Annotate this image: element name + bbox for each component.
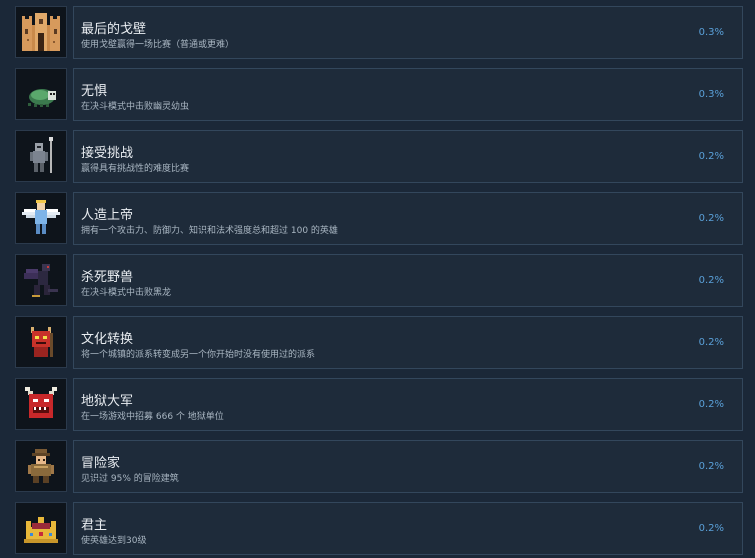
achievement-panel: 人造上帝 拥有一个攻击力、防御力、知识和法术强度总和超过 100 的英雄 0.2… bbox=[73, 192, 743, 245]
achievement-panel: 无惧 在决斗模式中击败幽灵幼虫 0.3% bbox=[73, 68, 743, 121]
achievement-title: 接受挑战 bbox=[81, 146, 134, 161]
achievement-unlock-percent: 0.2% bbox=[698, 151, 724, 162]
achievement-unlock-percent: 0.2% bbox=[698, 337, 724, 348]
achievement-panel: 冒险家 见识过 95% 的冒险建筑 0.2% bbox=[73, 440, 743, 493]
achievement-description: 将一个城镇的派系转变成另一个你开始时没有使用过的派系 bbox=[81, 350, 316, 360]
achievement-icon-frame bbox=[15, 130, 67, 182]
crown-icon bbox=[24, 517, 58, 543]
knight-spear-icon bbox=[30, 137, 53, 173]
achievement-title: 人造上帝 bbox=[81, 208, 134, 223]
achievement-row: 地狱大军 在一场游戏中招募 666 个 地狱单位 0.2% bbox=[0, 378, 755, 433]
achievement-panel: 接受挑战 赢得具有挑战性的难度比赛 0.2% bbox=[73, 130, 743, 183]
achievement-unlock-percent: 0.3% bbox=[698, 89, 724, 100]
achievement-description: 在决斗模式中击败黑龙 bbox=[81, 288, 172, 298]
achievement-row: 接受挑战 赢得具有挑战性的难度比赛 0.2% bbox=[0, 130, 755, 185]
achievement-row: 无惧 在决斗模式中击败幽灵幼虫 0.3% bbox=[0, 68, 755, 123]
achievement-panel: 文化转换 将一个城镇的派系转变成另一个你开始时没有使用过的派系 0.2% bbox=[73, 316, 743, 369]
achievement-description: 见识过 95% 的冒险建筑 bbox=[81, 474, 179, 484]
achievement-row: 文化转换 将一个城镇的派系转变成另一个你开始时没有使用过的派系 0.2% bbox=[0, 316, 755, 371]
achievement-unlock-percent: 0.2% bbox=[698, 275, 724, 286]
achievement-icon-frame bbox=[15, 68, 67, 120]
achievement-row: 冒险家 见识过 95% 的冒险建筑 0.2% bbox=[0, 440, 755, 495]
achievement-description: 在一场游戏中招募 666 个 地狱单位 bbox=[81, 412, 224, 422]
achievement-title: 文化转换 bbox=[81, 332, 134, 347]
sand-castle-icon bbox=[22, 13, 60, 51]
achievement-row: 杀死野兽 在决斗模式中击败黑龙 0.2% bbox=[0, 254, 755, 309]
achievement-icon-frame bbox=[15, 440, 67, 492]
achievement-description: 使用戈壁赢得一场比赛（普通或更难） bbox=[81, 40, 235, 50]
achievement-icon-frame bbox=[15, 378, 67, 430]
achievement-panel: 杀死野兽 在决斗模式中击败黑龙 0.2% bbox=[73, 254, 743, 307]
achievement-unlock-percent: 0.2% bbox=[698, 523, 724, 534]
ghost-larva-icon bbox=[28, 89, 56, 107]
achievement-title: 杀死野兽 bbox=[81, 270, 134, 285]
achievement-description: 使英雄达到30级 bbox=[81, 536, 147, 546]
red-demon-icon bbox=[31, 327, 53, 357]
achievement-title: 地狱大军 bbox=[81, 394, 134, 409]
achievement-description: 拥有一个攻击力、防御力、知识和法术强度总和超过 100 的英雄 bbox=[81, 226, 338, 236]
achievement-row: 君主 使英雄达到30级 0.2% bbox=[0, 502, 755, 557]
achievement-unlock-percent: 0.2% bbox=[698, 213, 724, 224]
horned-devil-icon bbox=[25, 387, 57, 418]
achievement-unlock-percent: 0.3% bbox=[698, 27, 724, 38]
achievement-description: 赢得具有挑战性的难度比赛 bbox=[81, 164, 190, 174]
achievement-panel: 最后的戈壁 使用戈壁赢得一场比赛（普通或更难） 0.3% bbox=[73, 6, 743, 59]
achievement-icon-frame bbox=[15, 254, 67, 306]
achievement-row: 人造上帝 拥有一个攻击力、防御力、知识和法术强度总和超过 100 的英雄 0.2… bbox=[0, 192, 755, 247]
black-dragon-icon bbox=[24, 264, 58, 297]
adventurer-icon bbox=[28, 449, 54, 483]
achievement-description: 在决斗模式中击败幽灵幼虫 bbox=[81, 102, 190, 112]
achievement-title: 无惧 bbox=[81, 84, 108, 99]
achievement-icon-frame bbox=[15, 502, 67, 554]
achievement-panel: 君主 使英雄达到30级 0.2% bbox=[73, 502, 743, 555]
achievement-unlock-percent: 0.2% bbox=[698, 399, 724, 410]
achievement-unlock-percent: 0.2% bbox=[698, 461, 724, 472]
achievement-panel: 地狱大军 在一场游戏中招募 666 个 地狱单位 0.2% bbox=[73, 378, 743, 431]
achievement-title: 冒险家 bbox=[81, 456, 121, 471]
winged-angel-icon bbox=[22, 200, 60, 234]
achievement-icon-frame bbox=[15, 192, 67, 244]
achievement-icon-frame bbox=[15, 6, 67, 58]
achievement-list: 最后的戈壁 使用戈壁赢得一场比赛（普通或更难） 0.3% 无惧 在决斗模式中击败… bbox=[0, 0, 755, 558]
achievement-title: 最后的戈壁 bbox=[81, 22, 147, 37]
achievement-row: 最后的戈壁 使用戈壁赢得一场比赛（普通或更难） 0.3% bbox=[0, 6, 755, 61]
achievement-icon-frame bbox=[15, 316, 67, 368]
achievement-title: 君主 bbox=[81, 518, 108, 533]
